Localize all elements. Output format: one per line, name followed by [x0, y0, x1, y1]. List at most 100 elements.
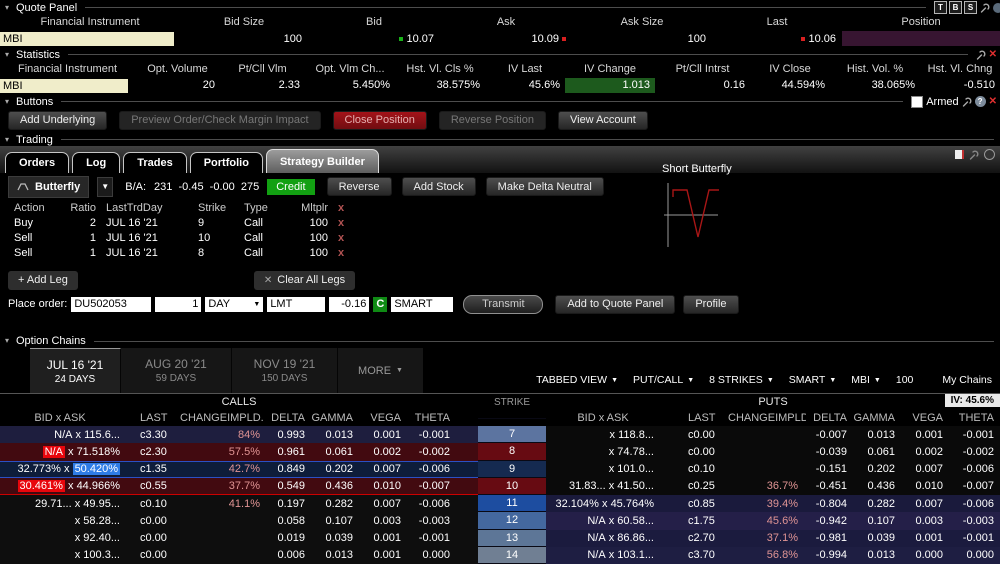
- globe-icon[interactable]: [993, 3, 1000, 13]
- collapse-arrow-icon[interactable]: ▾: [2, 336, 12, 346]
- tab-orders[interactable]: Orders: [5, 152, 69, 173]
- bid-ask-cell[interactable]: 30.461% x 44.966%: [0, 478, 132, 494]
- order-type-field[interactable]: [267, 297, 325, 312]
- collapse-arrow-icon[interactable]: ▾: [2, 135, 12, 145]
- bid-ask-cell[interactable]: x 58.28...: [0, 512, 132, 529]
- remove-leg-icon[interactable]: x: [328, 247, 354, 259]
- bid-ask-cell[interactable]: N/A x 60.58...: [546, 512, 680, 529]
- bid-size-cell[interactable]: 100: [180, 30, 308, 47]
- help-icon[interactable]: ?: [975, 96, 986, 107]
- strike-cell[interactable]: 9: [478, 461, 546, 478]
- expiry-tab-jul-16-21[interactable]: JUL 16 '2124 DAYS: [30, 348, 121, 393]
- wrench-icon[interactable]: [969, 150, 979, 160]
- my-chains-link[interactable]: My Chains: [942, 374, 992, 386]
- strike-cell[interactable]: 7: [478, 426, 546, 443]
- wrench-icon[interactable]: [962, 97, 972, 107]
- tif-select[interactable]: DAY▼: [205, 297, 263, 312]
- add-leg-button[interactable]: + Add Leg: [8, 271, 78, 290]
- more-expiries-tab[interactable]: MORE▼: [338, 348, 423, 393]
- last-cell[interactable]: c0.55: [132, 478, 178, 494]
- last-cell[interactable]: c0.10: [132, 495, 178, 512]
- strike-cell[interactable]: 12: [478, 512, 546, 529]
- strike-cell[interactable]: 10: [478, 478, 546, 495]
- account-field[interactable]: [71, 297, 151, 312]
- preview-order-check-margin-impact-button[interactable]: Preview Order/Check Margin Impact: [119, 111, 320, 130]
- profile-button[interactable]: Profile: [683, 295, 738, 314]
- ask-cell[interactable]: 10.09: [440, 30, 572, 47]
- limit-price-field[interactable]: [329, 297, 369, 312]
- bid-cell[interactable]: 10.07: [308, 30, 440, 47]
- tab-portfolio[interactable]: Portfolio: [190, 152, 263, 173]
- position-cell[interactable]: [842, 30, 1000, 47]
- bid-ask-cell[interactable]: x 100.3...: [0, 547, 132, 564]
- route-field[interactable]: [391, 297, 453, 312]
- bid-ask-cell[interactable]: N/A x 71.518%: [0, 443, 132, 460]
- window-icon-b[interactable]: B: [949, 1, 962, 14]
- bid-ask-cell[interactable]: 32.104% x 45.764%: [546, 495, 680, 512]
- bid-ask-cell[interactable]: N/A x 115.6...: [0, 426, 132, 443]
- tab-trades[interactable]: Trades: [123, 152, 186, 173]
- reverse-button[interactable]: Reverse: [327, 177, 392, 196]
- quantity-field[interactable]: [155, 297, 201, 312]
- bid-ask-cell[interactable]: 29.71... x 49.95...: [0, 495, 132, 512]
- armed-checkbox[interactable]: [911, 96, 923, 108]
- last-cell[interactable]: 10.06: [712, 30, 842, 47]
- strategy-dropdown-caret[interactable]: ▼: [97, 177, 113, 197]
- statistics-symbol-cell[interactable]: MBI: [0, 79, 128, 93]
- window-icon-t[interactable]: T: [934, 1, 947, 14]
- bid-ask-cell[interactable]: x 92.40...: [0, 530, 132, 547]
- close-icon[interactable]: ✕: [989, 97, 997, 107]
- control-mbi[interactable]: MBI▼: [851, 374, 881, 386]
- strike-cell[interactable]: 13: [478, 530, 546, 547]
- strike-cell[interactable]: 14: [478, 547, 546, 564]
- last-cell[interactable]: c2.70: [680, 530, 726, 547]
- control-8-strikes[interactable]: 8 STRIKES▼: [709, 374, 774, 386]
- control-put-call[interactable]: PUT/CALL▼: [633, 374, 694, 386]
- last-cell[interactable]: c0.85: [680, 495, 726, 512]
- last-cell[interactable]: c0.00: [680, 426, 726, 443]
- last-cell[interactable]: c3.70: [680, 547, 726, 564]
- expiry-tab-aug-20-21[interactable]: AUG 20 '2159 DAYS: [121, 348, 232, 393]
- bid-ask-cell[interactable]: N/A x 86.86...: [546, 530, 680, 547]
- expiry-tab-nov-19-21[interactable]: NOV 19 '21150 DAYS: [232, 348, 338, 393]
- add-underlying-button[interactable]: Add Underlying: [8, 111, 107, 130]
- close-position-button[interactable]: Close Position: [333, 111, 427, 130]
- last-cell[interactable]: c1.35: [132, 462, 178, 477]
- tab-strategy-builder[interactable]: Strategy Builder: [266, 149, 379, 173]
- last-cell[interactable]: c0.00: [132, 547, 178, 564]
- last-cell[interactable]: c0.10: [680, 461, 726, 478]
- last-cell[interactable]: c2.30: [132, 443, 178, 460]
- last-cell[interactable]: c3.30: [132, 426, 178, 443]
- collapse-arrow-icon[interactable]: ▾: [2, 3, 12, 13]
- last-cell[interactable]: c0.00: [132, 530, 178, 547]
- remove-leg-icon[interactable]: x: [328, 217, 354, 229]
- strategy-select[interactable]: Butterfly: [8, 176, 89, 198]
- bid-ask-cell[interactable]: 31.83... x 41.50...: [546, 478, 680, 495]
- reverse-position-button[interactable]: Reverse Position: [439, 111, 546, 130]
- bid-ask-cell[interactable]: x 74.78...: [546, 443, 680, 460]
- notes-icon[interactable]: [955, 150, 964, 159]
- ask-size-cell[interactable]: 100: [572, 30, 712, 47]
- collapse-arrow-icon[interactable]: ▾: [2, 97, 12, 107]
- wrench-icon[interactable]: [976, 50, 986, 60]
- strike-cell[interactable]: 8: [478, 443, 546, 460]
- collapse-arrow-icon[interactable]: ▾: [2, 50, 12, 60]
- window-icon-s[interactable]: S: [964, 1, 977, 14]
- strike-cell[interactable]: 11: [478, 495, 546, 512]
- quote-symbol-cell[interactable]: MBI: [0, 32, 174, 46]
- clear-all-legs-button[interactable]: ✕Clear All Legs: [254, 271, 355, 290]
- tab-log[interactable]: Log: [72, 152, 120, 173]
- bid-ask-cell[interactable]: 32.773% x 50.420%: [0, 462, 132, 477]
- last-cell[interactable]: c0.00: [132, 512, 178, 529]
- remove-leg-icon[interactable]: x: [328, 232, 354, 244]
- last-cell[interactable]: c0.00: [680, 443, 726, 460]
- add-to-quote-panel-button[interactable]: Add to Quote Panel: [555, 295, 675, 314]
- make-delta-neutral-button[interactable]: Make Delta Neutral: [486, 177, 604, 196]
- view-account-button[interactable]: View Account: [558, 111, 648, 130]
- last-cell[interactable]: c0.25: [680, 478, 726, 495]
- transmit-button[interactable]: Transmit: [463, 295, 543, 314]
- bid-ask-cell[interactable]: x 101.0...: [546, 461, 680, 478]
- control-tabbed-view[interactable]: TABBED VIEW▼: [536, 374, 618, 386]
- last-cell[interactable]: c1.75: [680, 512, 726, 529]
- control-smart[interactable]: SMART▼: [789, 374, 837, 386]
